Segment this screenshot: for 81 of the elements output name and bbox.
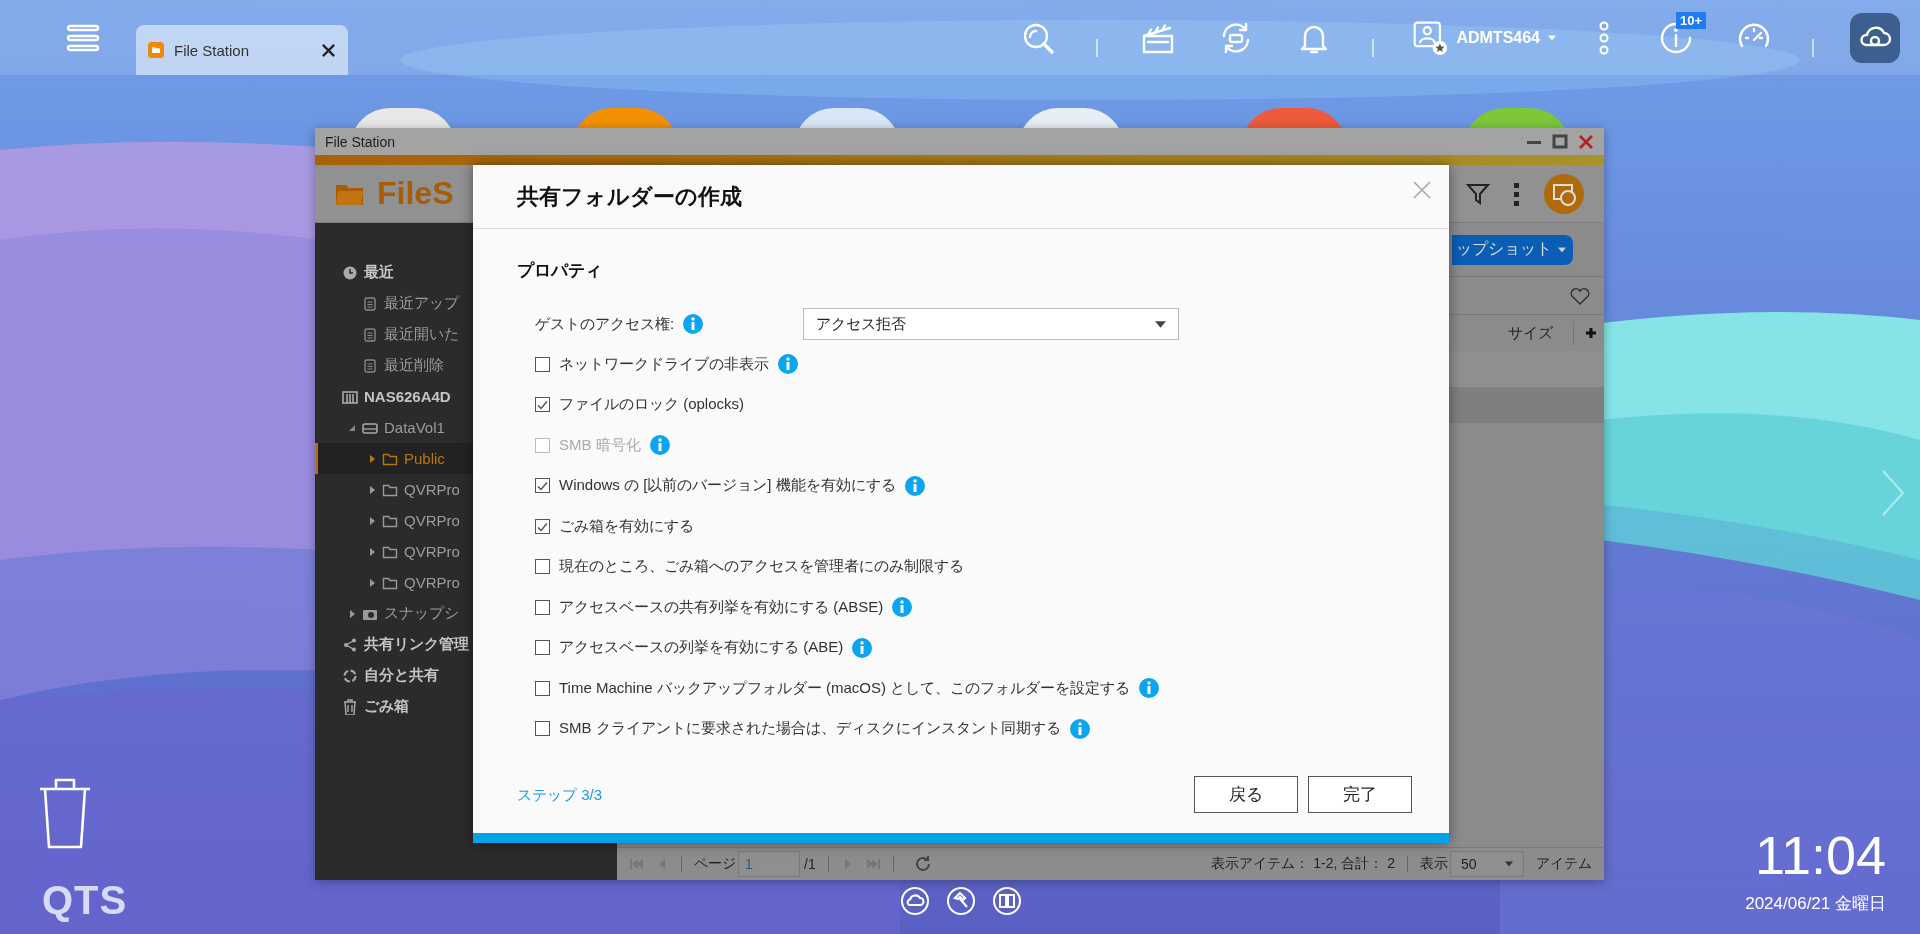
caret-icon[interactable]: [368, 578, 376, 587]
document-icon: [362, 357, 378, 374]
clock-date: 2024/06/21 金曜日: [1745, 893, 1886, 915]
option-label: アクセスベースの共有列挙を有効にする (ABSE): [559, 597, 884, 617]
close-icon[interactable]: [321, 42, 336, 58]
maximize-icon[interactable]: [1552, 133, 1568, 150]
checkbox[interactable]: [535, 599, 550, 615]
option-label: Time Machine バックアップフォルダー (macOS) として、このフォルダーを設定する: [559, 678, 1131, 698]
info-icon[interactable]: [1139, 678, 1160, 699]
checkbox[interactable]: [535, 478, 550, 494]
access-select[interactable]: アクセス拒否: [803, 308, 1179, 340]
remote-desktop-icon[interactable]: [1544, 173, 1584, 214]
option-label: ネットワークドライブの非表示: [559, 354, 769, 374]
back-button[interactable]: 戻る: [1194, 776, 1298, 813]
page-label: ページ: [694, 855, 736, 873]
trash-icon: [342, 698, 358, 715]
caret-icon[interactable]: [368, 485, 376, 494]
unit-label: アイテム: [1536, 855, 1592, 873]
plus-icon[interactable]: [1586, 328, 1596, 338]
clock-time: 11:04: [1754, 824, 1886, 886]
hammer-icon[interactable]: [946, 886, 976, 916]
option-label: アクセスベースの列挙を有効にする (ABE): [559, 638, 844, 658]
user-name: ADMTS464: [1456, 28, 1540, 47]
checkbox[interactable]: [535, 518, 550, 534]
dots-icon[interactable]: [1514, 181, 1520, 206]
option-label: ごみ箱を有効にする: [559, 516, 694, 536]
checkbox[interactable]: [535, 640, 550, 656]
caret-icon[interactable]: [368, 547, 376, 556]
option-label: SMB クライアントに要求された場合は、ディスクにインスタント同期する: [559, 719, 1061, 739]
checkbox[interactable]: [535, 721, 550, 737]
info-icon[interactable]: [778, 354, 798, 375]
checkbox[interactable]: [535, 356, 550, 372]
caret-icon[interactable]: [348, 423, 356, 432]
show-label: 表示: [1420, 855, 1448, 873]
info-icon[interactable]: [892, 597, 913, 618]
menu-icon[interactable]: [66, 23, 100, 52]
caret-icon[interactable]: [348, 609, 356, 618]
caret-icon: [1558, 245, 1566, 254]
step-indicator: ステップ 3/3: [517, 786, 604, 805]
info-icon[interactable]: [683, 314, 704, 334]
qts-logo: QTS: [42, 878, 128, 923]
server-icon: [342, 388, 358, 405]
checkbox[interactable]: [535, 680, 550, 696]
document-icon: [362, 295, 378, 312]
clock-icon: [342, 264, 358, 281]
app-name: FileS: [377, 175, 454, 212]
app-tab[interactable]: File Station: [136, 25, 348, 75]
heart-icon[interactable]: [1570, 286, 1590, 305]
section-title: プロパティ: [517, 260, 603, 282]
option-label: Windows の [以前のバージョン] 機能を有効にする: [559, 476, 896, 496]
document-icon: [362, 326, 378, 343]
caret-icon: [1548, 33, 1556, 42]
info-icon[interactable]: [904, 475, 925, 496]
dialog-title: 共有フォルダーの作成: [517, 182, 743, 211]
user-icon: [1412, 19, 1449, 56]
caret-icon[interactable]: [368, 454, 376, 463]
per-page-select[interactable]: 50: [1450, 851, 1524, 877]
cloud-icon[interactable]: [1850, 12, 1900, 63]
field-label: ゲストのアクセス権:: [535, 314, 675, 334]
book-icon[interactable]: [992, 886, 1022, 916]
snapshot-button[interactable]: ップショット: [1452, 234, 1573, 265]
caret-icon: [1155, 320, 1166, 328]
folder-icon: [148, 42, 164, 58]
window-title: File Station: [325, 133, 397, 150]
checkbox[interactable]: [535, 397, 550, 413]
cloud-icon[interactable]: [900, 886, 930, 916]
column-header[interactable]: サイズ: [1508, 321, 1574, 345]
info-icon[interactable]: [1069, 718, 1090, 739]
option-label: ファイルのロック (oplocks): [559, 395, 745, 415]
ring-icon: [342, 667, 358, 684]
filter-icon[interactable]: [1466, 181, 1490, 206]
finish-button[interactable]: 完了: [1308, 776, 1412, 813]
page-total: /1: [804, 856, 816, 872]
item-summary: 表示アイテム： 1-2, 合計： 2: [1211, 855, 1395, 873]
caret-icon: [1505, 860, 1513, 868]
refresh-icon[interactable]: [913, 855, 932, 873]
option-label: 現在のところ、ごみ箱へのアクセスを管理者にのみ制限する: [559, 557, 964, 577]
checkbox[interactable]: [535, 559, 550, 575]
info-icon[interactable]: [852, 637, 873, 658]
caret-icon[interactable]: [368, 516, 376, 525]
share-icon: [342, 636, 358, 653]
